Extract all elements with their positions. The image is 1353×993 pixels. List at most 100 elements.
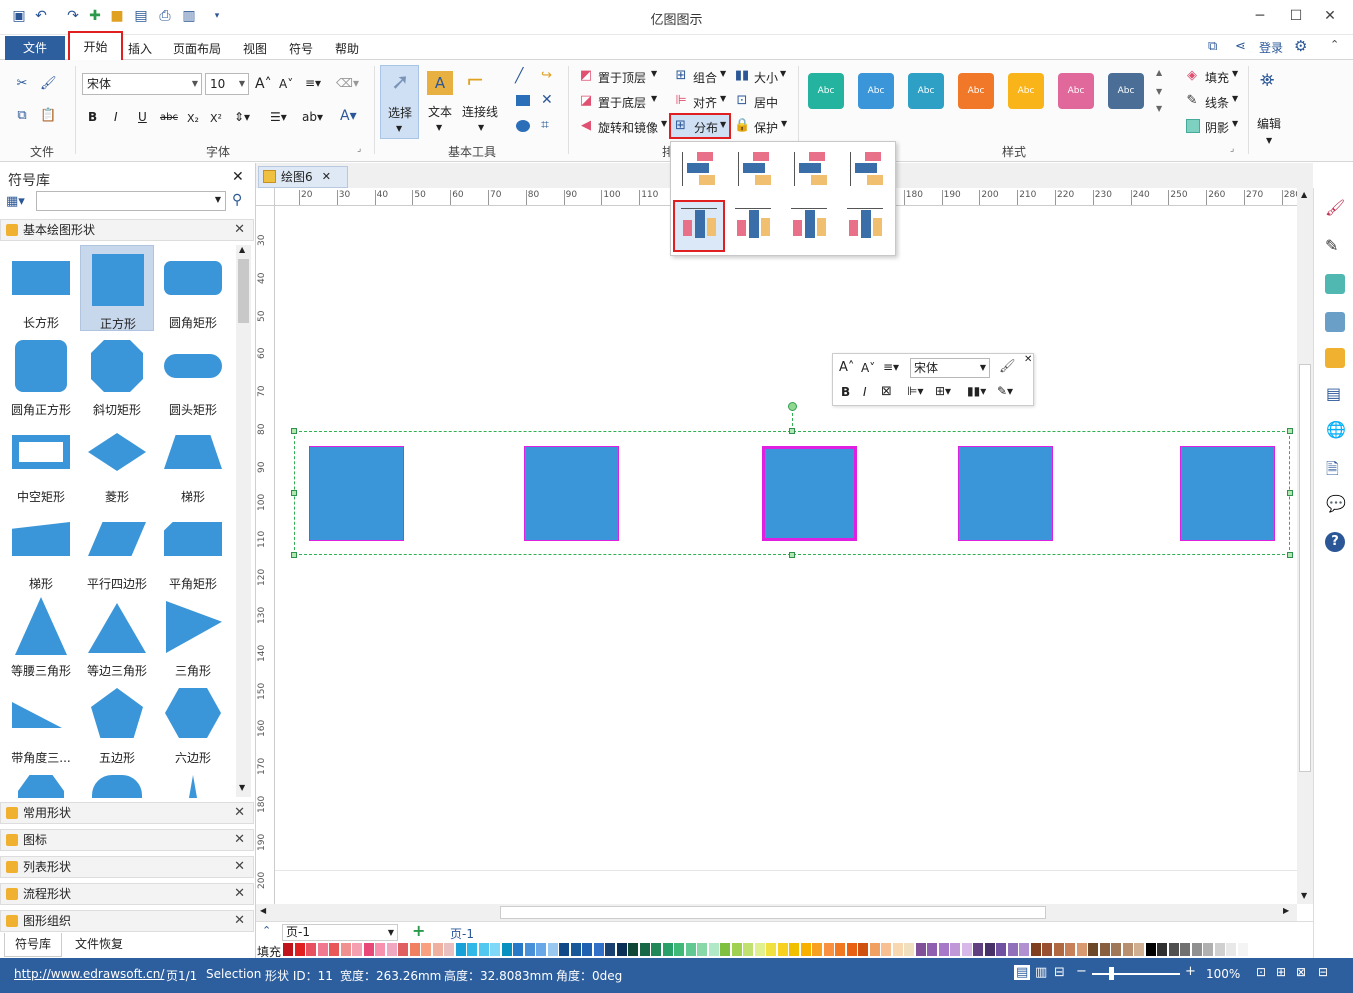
image-panel-icon[interactable]: [1325, 312, 1345, 332]
shrink-font-icon[interactable]: A˅: [279, 77, 293, 91]
color-swatch[interactable]: [1088, 943, 1098, 956]
color-swatch[interactable]: [651, 943, 661, 956]
scroll-down-icon[interactable]: ▼: [1301, 891, 1307, 900]
color-swatch[interactable]: [674, 943, 684, 956]
shape-hollow-rectangle[interactable]: 中空矩形: [4, 419, 78, 505]
layers-icon[interactable]: [1325, 348, 1345, 368]
color-swatch[interactable]: [1111, 943, 1121, 956]
color-swatch[interactable]: [1157, 943, 1167, 956]
close-icon[interactable]: ✕: [234, 884, 245, 904]
color-swatch[interactable]: [1122, 943, 1133, 956]
distribute-icon[interactable]: ⊞▾: [935, 384, 951, 398]
color-swatch[interactable]: [858, 943, 868, 956]
grow-font-icon[interactable]: A˄: [255, 76, 272, 92]
styles-dialog-launcher-icon[interactable]: ⌟: [1230, 144, 1234, 154]
shape-rectangle[interactable]: 长方形: [4, 245, 78, 331]
style-swatch-4[interactable]: Abc: [958, 73, 994, 109]
shape-partial[interactable]: [4, 767, 78, 798]
color-swatch[interactable]: [1030, 943, 1041, 956]
color-swatch[interactable]: [398, 943, 408, 956]
edit-button[interactable]: 编辑: [1257, 115, 1281, 132]
color-swatch[interactable]: [628, 943, 638, 956]
shape-right-trapezoid[interactable]: 梯形: [4, 506, 78, 592]
scroll-up-icon[interactable]: ▲: [1301, 190, 1307, 199]
crop-tool-icon[interactable]: ⌗: [541, 117, 549, 133]
text-align-icon[interactable]: ≡▾: [305, 76, 321, 90]
color-swatch[interactable]: [938, 943, 949, 956]
close-button[interactable]: ✕: [1314, 5, 1346, 27]
color-swatch[interactable]: [582, 943, 592, 956]
style-swatch-3[interactable]: Abc: [908, 73, 944, 109]
color-swatch[interactable]: [766, 943, 776, 956]
style-swatch-7[interactable]: Abc: [1108, 73, 1144, 109]
color-swatch[interactable]: [375, 943, 385, 956]
line-style-icon[interactable]: ✎▾: [997, 384, 1013, 398]
shape-grid-scrollbar[interactable]: ▲ ▼: [236, 245, 251, 797]
resize-handle[interactable]: [291, 428, 297, 434]
ellipse-tool-icon[interactable]: [516, 120, 530, 132]
color-swatch[interactable]: [547, 943, 558, 956]
color-swatch[interactable]: [1191, 943, 1202, 956]
subscript-icon[interactable]: X₂: [187, 112, 199, 125]
group-button[interactable]: 组合: [693, 69, 717, 86]
strikethrough-icon[interactable]: abc: [160, 112, 178, 123]
color-swatch[interactable]: [697, 943, 707, 956]
style-swatch-2[interactable]: Abc: [858, 73, 894, 109]
distribute-option-center[interactable]: [733, 204, 775, 246]
styles-more-icon[interactable]: ▼: [1156, 104, 1162, 113]
zoom-slider-track[interactable]: [1092, 973, 1180, 975]
text-tool-button[interactable]: A 文本 ▼: [423, 65, 459, 139]
font-color-icon[interactable]: A▾: [340, 108, 357, 124]
color-swatch[interactable]: [524, 943, 535, 956]
split-view-icon[interactable]: ⊟: [1318, 965, 1328, 979]
bold-icon[interactable]: B: [88, 110, 97, 124]
menu-home[interactable]: 开始: [68, 31, 123, 63]
color-swatch[interactable]: [662, 943, 673, 956]
shadow-panel-icon[interactable]: [1325, 274, 1345, 294]
close-icon[interactable]: ✕: [234, 220, 245, 240]
line-button[interactable]: 线条: [1205, 94, 1229, 111]
library-header-basic-shapes[interactable]: 基本绘图形状 ✕: [0, 219, 254, 241]
align-button[interactable]: 对齐: [693, 94, 717, 111]
minimize-button[interactable]: ─: [1244, 5, 1276, 27]
color-swatch[interactable]: [593, 943, 604, 956]
find-binoculars-icon[interactable]: ⛯: [1260, 70, 1274, 91]
fit-width-icon[interactable]: ⊞: [1276, 965, 1286, 979]
text-highlight-icon[interactable]: ab▾: [302, 110, 323, 124]
library-header-common[interactable]: 常用形状 ✕: [0, 802, 254, 824]
color-swatch[interactable]: [1053, 943, 1064, 956]
shape-flat-corner-rectangle[interactable]: 平角矩形: [156, 506, 230, 592]
size-icon[interactable]: ▮▮▾: [967, 384, 986, 398]
resize-handle[interactable]: [1287, 428, 1293, 434]
color-swatch[interactable]: [1042, 943, 1052, 956]
color-swatch[interactable]: [789, 943, 799, 956]
color-swatch[interactable]: [996, 943, 1006, 956]
color-swatch[interactable]: [283, 943, 293, 956]
horizontal-scrollbar[interactable]: ◀ ▶: [256, 904, 1297, 921]
close-tab-icon[interactable]: ✕: [322, 167, 331, 187]
color-swatch[interactable]: [846, 943, 857, 956]
group-icon[interactable]: ⊠: [881, 384, 892, 399]
color-swatch[interactable]: [639, 943, 650, 956]
color-swatch[interactable]: [915, 943, 926, 956]
color-swatch[interactable]: [421, 943, 431, 956]
style-swatch-1[interactable]: Abc: [808, 73, 844, 109]
shape-isosceles-triangle[interactable]: 等腰三角形: [4, 593, 78, 679]
vertical-scrollbar[interactable]: ▲ ▼: [1297, 188, 1313, 904]
search-icon[interactable]: ⚲: [232, 192, 242, 208]
globe-icon[interactable]: 🌐: [1326, 420, 1346, 439]
color-swatch[interactable]: [513, 943, 523, 956]
style-swatch-6[interactable]: Abc: [1058, 73, 1094, 109]
shape-rounded-rectangle[interactable]: 圆角矩形: [156, 245, 230, 331]
resize-handle[interactable]: [1287, 490, 1293, 496]
login-link[interactable]: 登录: [1259, 39, 1283, 56]
distribute-option-middle[interactable]: [733, 148, 775, 190]
color-swatch[interactable]: [340, 943, 351, 956]
distribute-option-bottom[interactable]: [789, 148, 831, 190]
canvas-square-5[interactable]: [1180, 446, 1275, 541]
clear-format-icon[interactable]: ⌫▾: [336, 76, 359, 90]
color-swatch[interactable]: [1214, 943, 1225, 956]
shape-triangle[interactable]: 三角形: [156, 593, 230, 679]
document-edit-icon[interactable]: 🗎: [1326, 458, 1339, 485]
color-swatch[interactable]: [1145, 943, 1156, 956]
